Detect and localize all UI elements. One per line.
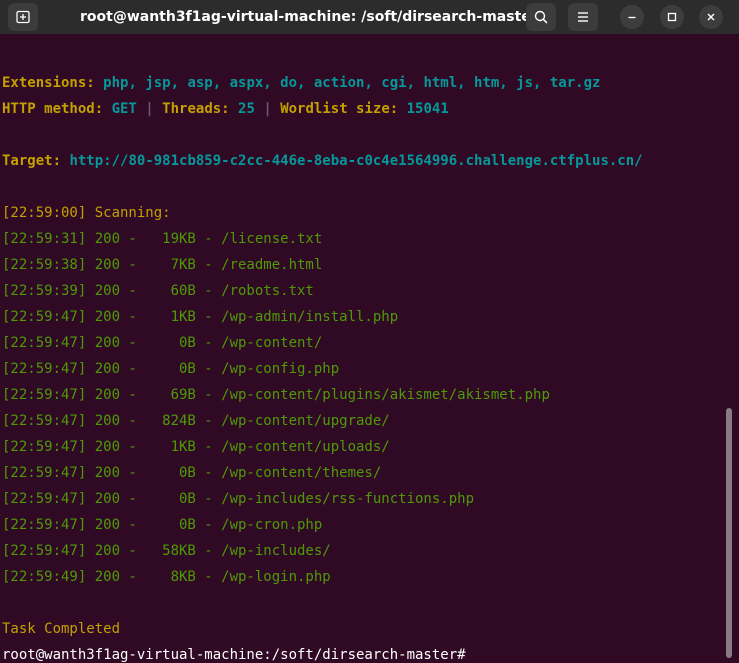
result-line: [22:59:38] 200 - 7KB - /readme.html [2,257,323,273]
terminal-window: root@wanth3f1ag-virtual-machine: /soft/d… [0,0,739,663]
result-line: [22:59:47] 200 - 69B - /wp-content/plugi… [2,387,550,403]
result-line: [22:59:47] 200 - 1KB - /wp-admin/install… [2,309,399,325]
separator: | [254,101,281,117]
menu-button[interactable] [568,3,598,31]
window-title: root@wanth3f1ag-virtual-machine: /soft/d… [80,9,538,25]
search-icon [534,10,548,24]
wordlist-value: 15041 [406,101,449,117]
result-line: [22:59:47] 200 - 1KB - /wp-content/uploa… [2,439,390,455]
close-icon [707,13,715,21]
target-label: Target: [2,153,70,169]
result-line: [22:59:39] 200 - 60B - /robots.txt [2,283,314,299]
extensions-label: Extensions: [2,75,104,91]
scrollbar[interactable] [726,408,732,658]
http-method-value: GET [111,101,137,117]
result-line: [22:59:47] 200 - 0B - /wp-config.php [2,361,340,377]
extensions-line: Extensions: php, jsp, asp, aspx, do, act… [2,70,600,96]
wordlist-label: Wordlist size: [280,101,407,117]
result-line: [22:59:47] 200 - 0B - /wp-cron.php [2,517,323,533]
new-tab-icon [16,10,30,24]
http-method-label: HTTP method: [2,101,112,117]
result-line: [22:59:47] 200 - 0B - /wp-includes/rss-f… [2,491,475,507]
separator: | [136,101,163,117]
hamburger-menu-icon [578,12,588,22]
target-url: http://80-981cb859-c2cc-446e-8eba-c0c4e1… [69,153,643,169]
new-tab-button[interactable] [8,3,38,31]
result-line: [22:59:47] 200 - 58KB - /wp-includes/ [2,543,331,559]
close-button[interactable] [699,5,723,29]
title-bar: root@wanth3f1ag-virtual-machine: /soft/d… [0,0,739,34]
minimize-button[interactable] [620,5,644,29]
task-completed-line: Task Completed [2,621,121,637]
terminal-output[interactable]: Extensions: php, jsp, asp, aspx, do, act… [0,34,726,663]
minimize-icon [628,16,636,19]
http-line: HTTP method: GET | Threads: 25 | Wordlis… [2,96,449,122]
search-button[interactable] [526,3,556,31]
threads-label: Threads: [162,101,239,117]
result-line: [22:59:47] 200 - 0B - /wp-content/ [2,335,323,351]
maximize-button[interactable] [660,5,684,29]
result-line: [22:59:47] 200 - 0B - /wp-content/themes… [2,465,382,481]
extensions-value: php, jsp, asp, aspx, do, action, cgi, ht… [103,75,601,91]
result-line: [22:59:31] 200 - 19KB - /license.txt [2,231,323,247]
result-line: [22:59:47] 200 - 824B - /wp-content/upgr… [2,413,390,429]
target-line: Target: http://80-981cb859-c2cc-446e-8eb… [2,148,643,174]
threads-value: 25 [238,101,255,117]
scanning-line: [22:59:00] Scanning: [2,205,171,221]
maximize-icon [667,12,677,22]
result-line: [22:59:49] 200 - 8KB - /wp-login.php [2,569,331,585]
shell-prompt[interactable]: root@wanth3f1ag-virtual-machine:/soft/di… [2,642,466,663]
